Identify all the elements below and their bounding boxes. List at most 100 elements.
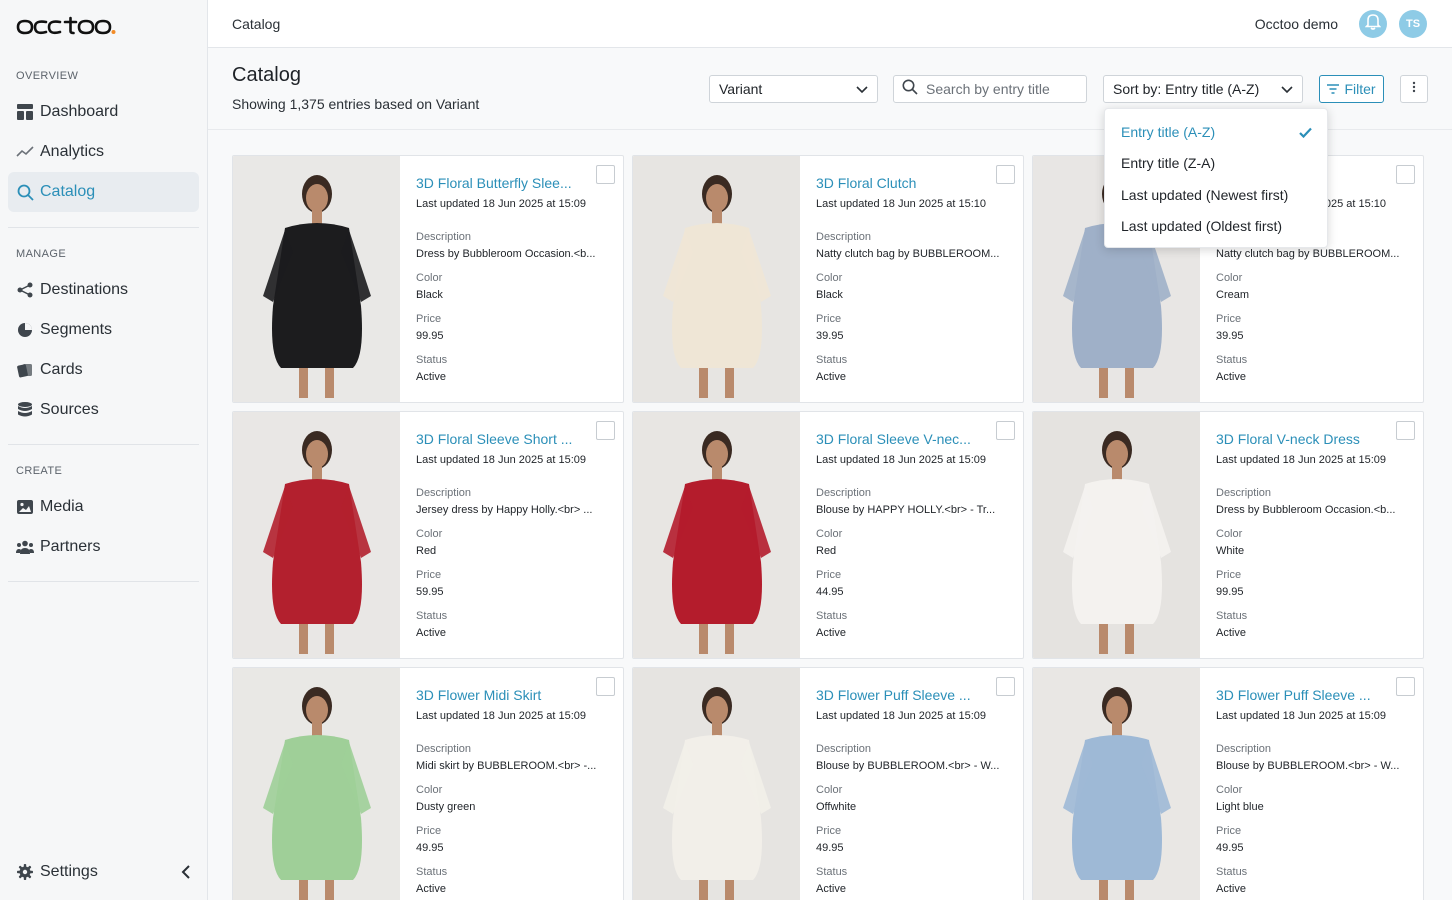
product-title[interactable]: 3D Floral Sleeve V-nec... [816,431,971,447]
field-value-description: Midi skirt by BUBBLEROOM.<br> -... [416,760,597,772]
search-field[interactable] [893,75,1087,103]
sidebar-item-catalog[interactable]: Catalog [8,172,199,212]
share-icon [16,281,34,299]
check-icon [1299,125,1312,141]
sort-option-title-desc[interactable]: Entry title (Z-A) [1105,148,1329,178]
sort-option-label: Entry title (A-Z) [1121,124,1216,140]
field-label-color: Color [816,272,843,284]
field-label-description: Description [816,743,872,755]
sort-select[interactable]: Sort by: Entry title (A-Z) [1103,75,1303,103]
product-card[interactable]: 3D Flower Midi Skirt Last updated 18 Jun … [232,667,624,900]
product-card[interactable]: 3D Floral V-neck Dress Last updated 18 Ju… [1032,411,1424,659]
select-checkbox[interactable] [596,165,615,184]
sidebar-item-sources[interactable]: Sources [8,390,199,430]
product-card[interactable]: 3D Flower Puff Sleeve ... Last updated 18… [632,667,1024,900]
field-value-description: Dress by Bubbleroom Occasion.<b... [416,248,596,260]
notifications-button[interactable] [1359,10,1387,38]
page-title: Catalog [232,64,301,86]
field-value-color: Light blue [1216,801,1264,813]
product-title[interactable]: 3D Floral Sleeve Short ... [416,431,572,447]
select-checkbox[interactable] [996,165,1015,184]
more-vertical-icon [1412,80,1416,98]
product-card[interactable]: 3D Floral Clutch Last updated 18 Jun 2025… [632,155,1024,403]
sort-option-oldest[interactable]: Last updated (Oldest first) [1105,211,1329,241]
select-checkbox[interactable] [1396,677,1415,696]
sidebar-item-destinations[interactable]: Destinations [8,270,199,310]
product-title[interactable]: 3D Flower Puff Sleeve ... [816,687,971,703]
field-label-status: Status [1216,354,1248,366]
org-name[interactable]: Occtoo demo [1255,16,1338,32]
product-image[interactable] [633,156,800,402]
sort-option-label: Last updated (Newest first) [1121,187,1289,203]
select-checkbox[interactable] [996,677,1015,696]
search-input[interactable] [926,81,1076,97]
variant-select-value: Variant [719,81,763,97]
select-checkbox[interactable] [596,421,615,440]
sidebar-item-dashboard[interactable]: Dashboard [8,92,199,132]
field-value-color: Dusty green [416,801,476,813]
sidebar-item-media[interactable]: Media [8,487,199,527]
select-checkbox[interactable] [596,677,615,696]
sort-option-title-asc[interactable]: Entry title (A-Z) [1105,117,1329,147]
avatar[interactable]: TS [1399,10,1427,38]
product-title[interactable]: 3D Floral Clutch [816,175,916,191]
last-updated: Last updated 18 Jun 2025 at 15:09 [416,454,587,466]
field-label-color: Color [816,528,843,540]
product-image[interactable] [233,412,400,658]
field-label-color: Color [816,784,843,796]
select-checkbox[interactable] [996,421,1015,440]
field-label-price: Price [416,313,442,325]
sort-option-newest[interactable]: Last updated (Newest first) [1105,180,1329,210]
sidebar-item-label: Segments [40,321,113,338]
field-value-price: 49.95 [416,842,444,854]
field-label-status: Status [816,354,848,366]
field-label-description: Description [816,231,872,243]
product-image[interactable] [633,412,800,658]
field-value-color: Cream [1216,289,1250,301]
product-card[interactable]: 3D Floral Sleeve Short ... Last updated 1… [232,411,624,659]
field-label-description: Description [416,743,472,755]
sidebar-item-label: Sources [40,401,99,418]
field-label-price: Price [816,313,842,325]
more-options-button[interactable] [1400,75,1428,103]
sidebar-item-segments[interactable]: Segments [8,310,199,350]
product-image[interactable] [233,668,400,900]
product-image[interactable] [233,156,400,402]
sidebar-item-label: Dashboard [40,103,119,120]
last-updated: Last updated 18 Jun 2025 at 15:09 [416,198,587,210]
filter-button[interactable]: Filter [1319,75,1384,103]
field-value-status: Active [816,371,846,383]
cards-icon [16,361,34,379]
collapse-sidebar-button[interactable] [176,862,196,882]
select-checkbox[interactable] [1396,165,1415,184]
select-checkbox[interactable] [1396,421,1415,440]
product-title[interactable]: 3D Floral Butterfly Slee... [416,175,572,191]
product-title[interactable]: 3D Floral V-neck Dress [1216,431,1360,447]
product-title[interactable]: 3D Flower Midi Skirt [416,687,541,703]
product-card[interactable]: 3D Flower Puff Sleeve ... Last updated 18… [1032,667,1424,900]
last-updated: Last updated 18 Jun 2025 at 15:10 [816,198,987,210]
product-title[interactable]: 3D Flower Puff Sleeve ... [1216,687,1371,703]
variant-select[interactable]: Variant [709,75,878,103]
product-card[interactable]: 3D Floral Sleeve V-nec... Last updated 18… [632,411,1024,659]
product-image[interactable] [633,668,800,900]
occtoo-logo[interactable] [16,16,116,38]
sidebar-item-cards[interactable]: Cards [8,350,199,390]
field-label-price: Price [1216,569,1242,581]
sidebar-item-label: Cards [40,361,83,378]
sidebar-item-partners[interactable]: Partners [8,527,199,567]
chevron-down-icon [855,82,869,99]
field-value-price: 49.95 [816,842,844,854]
dashboard-icon [16,103,34,121]
sidebar-item-analytics[interactable]: Analytics [8,132,199,172]
field-label-color: Color [1216,784,1243,796]
product-card[interactable]: 3D Floral Butterfly Slee... Last updated … [232,155,624,403]
sidebar-item-settings[interactable]: Settings [8,852,199,892]
product-image[interactable] [1033,412,1200,658]
product-image[interactable] [1033,668,1200,900]
field-label-status: Status [1216,866,1248,878]
field-value-status: Active [416,627,446,639]
filter-icon [1327,84,1340,94]
breadcrumb[interactable]: Catalog [232,16,280,32]
image-icon [16,498,34,516]
